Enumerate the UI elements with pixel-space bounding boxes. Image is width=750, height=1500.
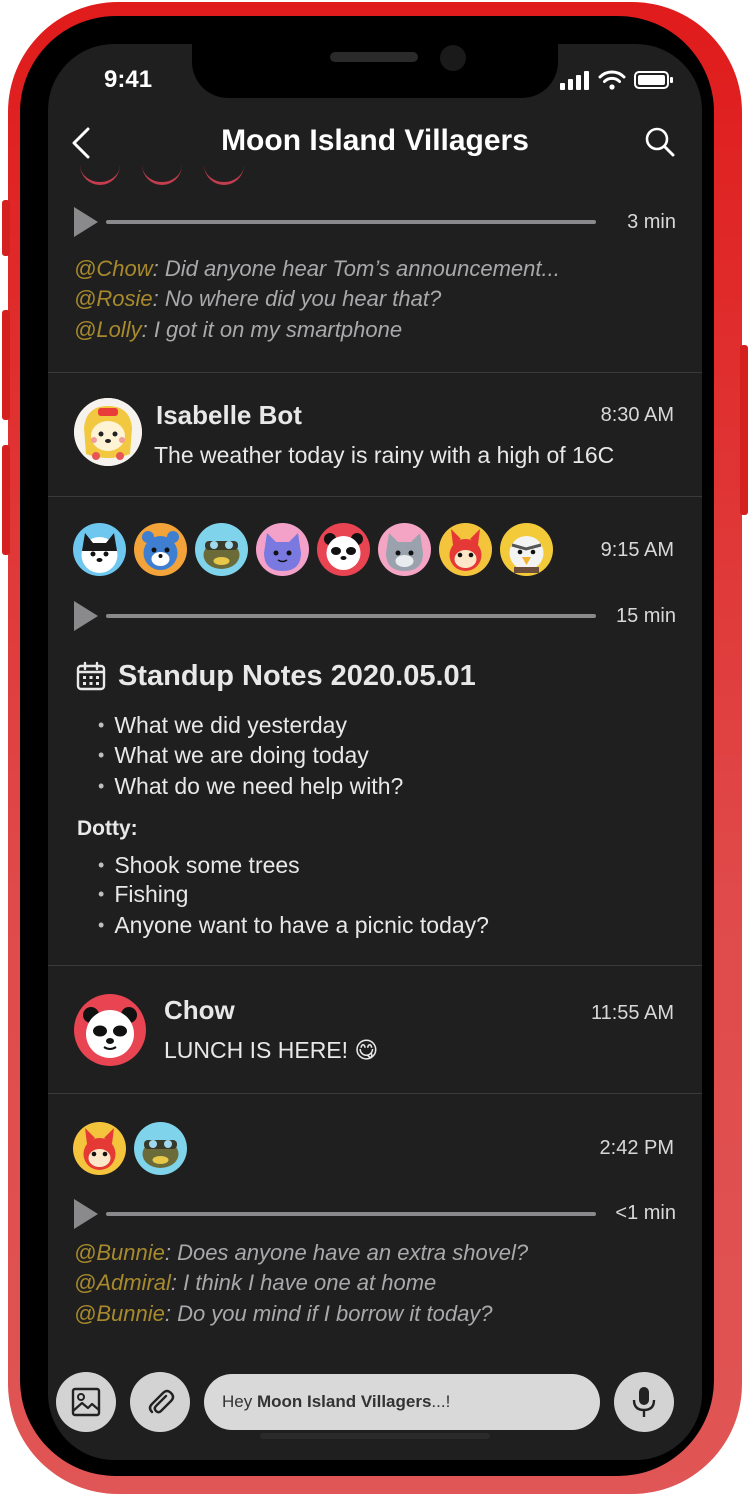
message-time: 2:42 PM (599, 1137, 674, 1159)
microphone-icon (632, 1387, 656, 1417)
notes-title: Standup Notes 2020.05.01 (118, 660, 476, 692)
sender-name: Chow (164, 995, 235, 1025)
avatar[interactable] (317, 523, 370, 576)
bear-avatar-icon (142, 531, 179, 570)
cat-avatar-icon (81, 533, 118, 573)
status-icons (560, 70, 674, 90)
transcript-line: @Bunnie: Do you mind if I borrow it toda… (74, 1301, 493, 1326)
message-text: The weather today is rainy with a high o… (154, 442, 615, 468)
audio-duration: 3 min (627, 211, 676, 233)
play-icon[interactable] (74, 601, 98, 631)
page-title: Moon Island Villagers (221, 124, 529, 157)
avatar[interactable] (378, 523, 431, 576)
input-prefix: Hey (222, 1392, 257, 1411)
eagle-avatar-icon (509, 536, 544, 573)
list-item: • Shook some trees (98, 852, 300, 878)
list-item: • What do we need help with? (98, 773, 404, 799)
rabbit-avatar-icon (83, 1128, 116, 1170)
calendar-icon (76, 661, 106, 691)
image-icon (71, 1387, 101, 1417)
divider (48, 372, 702, 373)
message-text: LUNCH IS HERE! 😋 (164, 1037, 379, 1063)
message-input[interactable]: Hey Moon Island Villagers...! (204, 1374, 600, 1430)
avatar[interactable] (256, 523, 309, 576)
avatar[interactable] (500, 523, 553, 576)
paperclip-icon (148, 1389, 175, 1414)
microphone-button[interactable] (614, 1372, 674, 1432)
transcript-line: @Admiral: I think I have one at home (74, 1270, 437, 1295)
transcript-line: @Lolly: I got it on my smartphone (74, 317, 403, 342)
divider (48, 965, 702, 966)
play-icon[interactable] (74, 1199, 98, 1229)
panda-avatar-icon (83, 1007, 137, 1058)
avatar[interactable] (195, 523, 248, 576)
signal-icon (560, 71, 589, 90)
divider (48, 1093, 702, 1094)
transcript-line: @Rosie: No where did you hear that? (74, 286, 442, 311)
avatar[interactable] (134, 1122, 187, 1175)
transcript-line: @Chow: Did anyone hear Tom’s announcemen… (74, 256, 560, 281)
audio-progress-bar[interactable] (106, 220, 596, 224)
avatar[interactable] (134, 523, 187, 576)
home-indicator (260, 1433, 490, 1439)
avatar[interactable] (73, 1122, 126, 1175)
rabbit-avatar-icon (449, 529, 482, 571)
avatar (74, 398, 142, 466)
side-button (2, 200, 10, 256)
section-label: Dotty: (77, 817, 138, 840)
play-icon[interactable] (74, 207, 98, 237)
list-item: • What we did yesterday (98, 712, 347, 738)
search-icon[interactable] (644, 126, 676, 158)
audio-duration: 15 min (615, 605, 676, 627)
avatar[interactable] (73, 523, 126, 576)
audio-progress-bar[interactable] (106, 1212, 596, 1216)
input-suffix: ...! (431, 1392, 451, 1411)
power-button (740, 345, 748, 515)
turtle-avatar-icon (142, 1140, 179, 1168)
transcript-line: @Bunnie: Does anyone have an extra shove… (74, 1240, 529, 1265)
audio-progress-bar[interactable] (106, 614, 596, 618)
chevron-left-icon[interactable] (68, 126, 96, 160)
camera (440, 45, 466, 71)
sender-name: Isabelle Bot (156, 400, 302, 430)
audio-duration: <1 min (615, 1202, 676, 1224)
isabelle-avatar-icon (74, 398, 142, 466)
list-item: • Anyone want to have a picnic today? (98, 912, 489, 938)
list-item: • Fishing (98, 881, 189, 907)
status-time: 9:41 (104, 66, 153, 93)
divider (48, 496, 702, 497)
message-time: 11:55 AM (590, 1002, 674, 1024)
attach-button[interactable] (130, 1372, 190, 1432)
panda-avatar-icon (324, 533, 363, 570)
message-time: 9:15 AM (600, 539, 674, 561)
image-button[interactable] (56, 1372, 116, 1432)
input-group-name: Moon Island Villagers (256, 1392, 432, 1411)
battery-icon (634, 71, 673, 89)
wifi-icon (598, 70, 626, 90)
message-time: 8:30 AM (600, 404, 674, 426)
speaker (330, 52, 418, 62)
avatar (74, 994, 146, 1066)
volume-up-button (2, 310, 10, 420)
blue-cat-avatar-icon (264, 533, 301, 571)
gray-cat-avatar-icon (386, 533, 423, 571)
avatar[interactable] (439, 523, 492, 576)
turtle-avatar-icon (203, 541, 240, 569)
list-item: • What we are doing today (98, 742, 369, 768)
volume-down-button (2, 445, 10, 555)
